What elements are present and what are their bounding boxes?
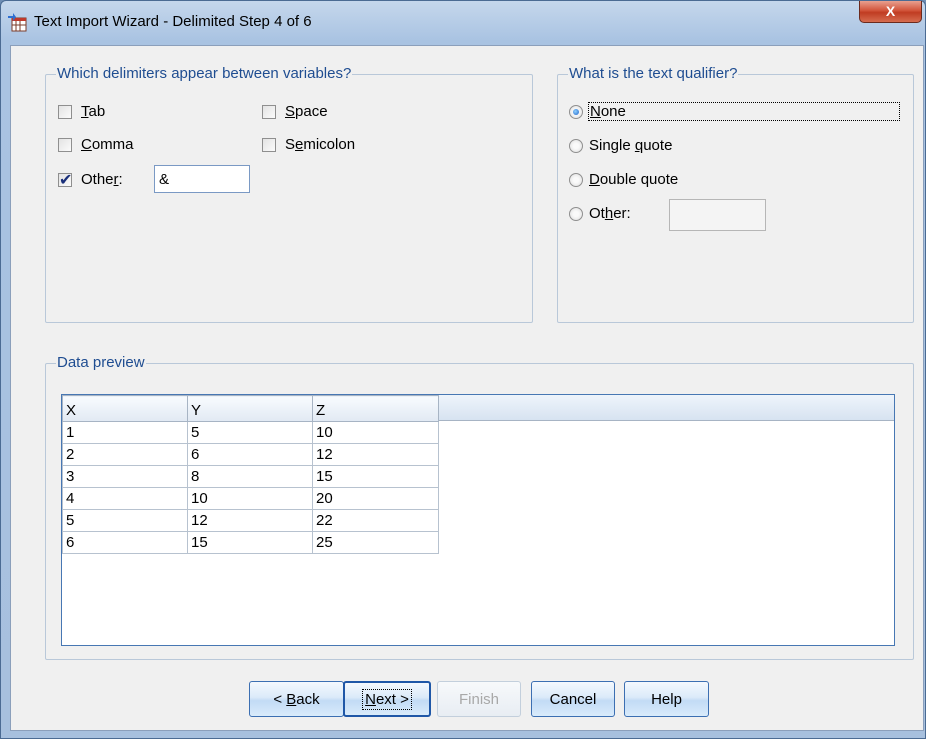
table-cell: 8 (187, 465, 313, 488)
table-cell: 3 (62, 465, 188, 488)
help-button-label: Help (651, 690, 682, 708)
table-cell: 12 (312, 443, 439, 466)
other-delimiter-checkbox-box[interactable] (58, 170, 72, 190)
comma-label: Comma (81, 136, 134, 153)
cancel-button[interactable]: Cancel (531, 681, 615, 717)
back-button[interactable]: < Back (249, 681, 344, 717)
title-bar[interactable]: Text Import Wizard - Delimited Step 4 of… (1, 1, 926, 45)
qualifier-none-label: None (588, 102, 900, 121)
tab-checkbox-box[interactable] (58, 104, 72, 119)
comma-checkbox[interactable]: Comma (58, 136, 134, 153)
table-cell: 5 (62, 509, 188, 532)
qualifier-none-radio[interactable]: None (569, 102, 900, 121)
spss-app-icon (7, 12, 27, 32)
table-cell: 5 (187, 421, 313, 444)
qualifier-single-quote-radio[interactable]: Single quote (569, 137, 672, 154)
table-row: 2 6 12 (62, 443, 439, 466)
delimiters-group: Which delimiters appear between variable… (45, 65, 533, 323)
qualifier-other-label: Other: (589, 205, 631, 222)
table-cell: 20 (312, 487, 439, 510)
column-header-z[interactable]: Z (312, 395, 439, 422)
table-cell: 6 (62, 531, 188, 554)
comma-checkbox-box[interactable] (58, 137, 72, 152)
table-row: 5 12 22 (62, 509, 439, 532)
table-cell: 12 (187, 509, 313, 532)
text-qualifier-group: What is the text qualifier? None Single … (557, 65, 914, 323)
table-row: 6 15 25 (62, 531, 439, 554)
table-row: 1 5 10 (62, 421, 439, 444)
cancel-button-label: Cancel (549, 690, 597, 708)
table-cell: 1 (62, 421, 188, 444)
semicolon-checkbox[interactable]: Semicolon (262, 136, 355, 153)
table-cell: 10 (187, 487, 313, 510)
semicolon-checkbox-box[interactable] (262, 137, 276, 152)
help-button[interactable]: Help (624, 681, 709, 717)
preview-header-filler (438, 395, 894, 421)
finish-button-label: Finish (458, 690, 499, 708)
qualifier-other-radio[interactable]: Other: (569, 205, 631, 222)
next-button[interactable]: Next > (343, 681, 431, 717)
text-qualifier-legend: What is the text qualifier? (568, 65, 739, 82)
preview-table: X Y Z 1 5 10 2 6 12 3 8 15 4 10 20 5 12 … (62, 395, 439, 554)
other-delimiter-input[interactable] (154, 165, 250, 193)
tab-label: Tab (81, 103, 106, 120)
window-title: Text Import Wizard - Delimited Step 4 of… (34, 13, 312, 30)
data-preview-legend: Data preview (56, 354, 146, 371)
close-button[interactable]: X (859, 1, 922, 23)
column-header-y[interactable]: Y (187, 395, 313, 422)
table-cell: 15 (312, 465, 439, 488)
table-cell: 22 (312, 509, 439, 532)
space-checkbox[interactable]: Space (262, 103, 328, 120)
finish-button[interactable]: Finish (437, 681, 521, 717)
space-checkbox-box[interactable] (262, 104, 276, 119)
other-delimiter-label: Other: (81, 171, 123, 188)
table-cell: 6 (187, 443, 313, 466)
table-cell: 4 (62, 487, 188, 510)
qualifier-other-input[interactable] (669, 199, 766, 231)
table-cell: 10 (312, 421, 439, 444)
table-cell: 2 (62, 443, 188, 466)
qualifier-other-radio-dot[interactable] (569, 206, 583, 221)
semicolon-label: Semicolon (285, 136, 356, 153)
qualifier-single-quote-radio-dot[interactable] (569, 138, 583, 153)
close-icon: X (885, 3, 896, 19)
other-delimiter-checkbox[interactable]: Other: (58, 170, 123, 190)
qualifier-double-quote-label: Double quote (589, 171, 679, 188)
table-cell: 25 (312, 531, 439, 554)
table-cell: 15 (187, 531, 313, 554)
dialog-body: Which delimiters appear between variable… (10, 45, 924, 731)
dialog-window: Text Import Wizard - Delimited Step 4 of… (0, 0, 926, 739)
tab-checkbox[interactable]: Tab (58, 103, 105, 120)
next-button-label: Next > (362, 688, 412, 710)
qualifier-double-quote-radio-dot[interactable] (569, 172, 583, 187)
preview-header-row: X Y Z (62, 395, 439, 422)
delimiters-legend: Which delimiters appear between variable… (56, 65, 353, 82)
qualifier-single-quote-label: Single quote (589, 137, 673, 154)
table-row: 4 10 20 (62, 487, 439, 510)
column-header-x[interactable]: X (62, 395, 188, 422)
qualifier-double-quote-radio[interactable]: Double quote (569, 171, 678, 188)
space-label: Space (285, 103, 328, 120)
data-preview-grid[interactable]: X Y Z 1 5 10 2 6 12 3 8 15 4 10 20 5 12 … (61, 394, 895, 646)
table-row: 3 8 15 (62, 465, 439, 488)
back-button-label: < Back (273, 690, 320, 708)
qualifier-none-radio-dot[interactable] (569, 104, 583, 119)
